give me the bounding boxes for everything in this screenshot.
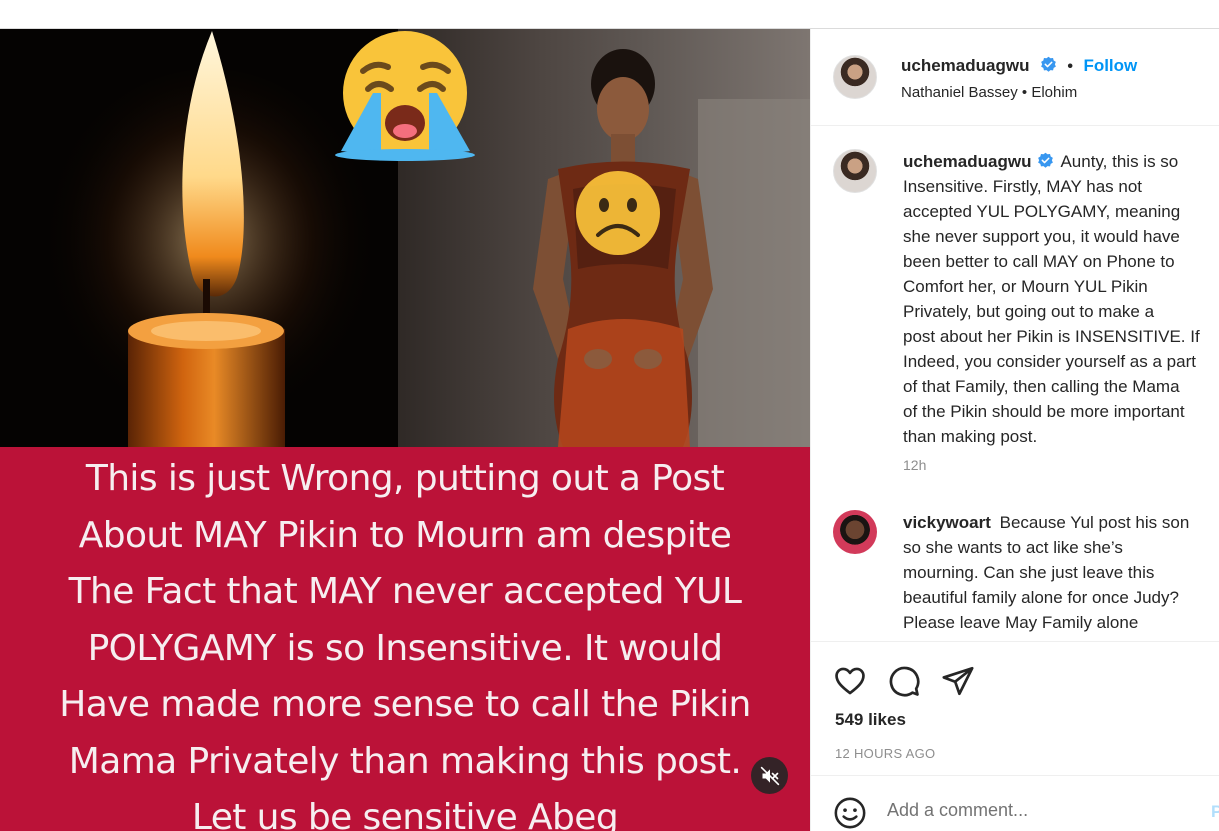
comment-line: than making post. bbox=[903, 427, 1038, 446]
comment-input[interactable] bbox=[887, 800, 1197, 821]
comment-line: of that Family, then calling the Mama bbox=[903, 377, 1180, 396]
verified-badge-icon bbox=[1041, 56, 1056, 72]
comment-line: Indeed, you consider yourself as a part bbox=[903, 352, 1196, 371]
audio-muted-icon bbox=[760, 766, 779, 785]
image-caption-line: Mama Privately than making this post. bbox=[68, 740, 742, 782]
image-caption-line: POLYGAMY is so Insensitive. It would bbox=[87, 627, 723, 669]
comment-text: vickywoart Because Yul post his son so s… bbox=[903, 510, 1219, 635]
comment-line: post about her Pikin is INSENSITIVE. If bbox=[903, 327, 1200, 346]
emoji-icon[interactable] bbox=[833, 796, 867, 830]
comment-line: Privately, but going out to make a bbox=[903, 302, 1155, 321]
audio-artist[interactable]: Nathaniel Bassey bbox=[901, 84, 1018, 101]
commenter-username[interactable]: vickywoart bbox=[903, 513, 991, 532]
separator-dot: • bbox=[1067, 58, 1073, 75]
verified-badge-icon bbox=[1038, 152, 1054, 168]
author-avatar[interactable] bbox=[833, 55, 877, 99]
comment-line: so she wants to act like she’s bbox=[903, 538, 1123, 557]
commenter-avatar[interactable] bbox=[833, 149, 877, 193]
image-caption-panel: This is just Wrong, putting out a Post A… bbox=[0, 447, 810, 831]
image-caption-line: This is just Wrong, putting out a Post bbox=[85, 458, 725, 499]
post-actions: 549 likes 12 HOURS AGO bbox=[811, 641, 1219, 775]
audio-info[interactable]: Nathaniel Bassey • Elohim bbox=[901, 84, 1077, 101]
comment-timestamp[interactable]: 12h bbox=[903, 457, 926, 473]
likes-count[interactable]: 549 likes bbox=[835, 710, 906, 730]
audio-separator: • bbox=[1021, 84, 1028, 101]
comment-line: beautiful family alone for once Judy? bbox=[903, 588, 1179, 607]
comment-text: uchemaduagwu Aunty, this is so Insensiti… bbox=[903, 149, 1219, 449]
audio-title[interactable]: Elohim bbox=[1031, 84, 1077, 101]
commenter-avatar[interactable] bbox=[833, 510, 877, 554]
comment-line: Comfort her, or Mourn YUL Pikin bbox=[903, 277, 1148, 296]
frowning-face-emoji bbox=[576, 171, 660, 255]
image-caption-line: Let us be sensitive Abeg bbox=[191, 797, 619, 831]
author-line: uchemaduagwu • Follow bbox=[901, 56, 1137, 76]
comment-line: she never support you, it would have bbox=[903, 227, 1180, 246]
comment-line: been better to call MAY on Phone to bbox=[903, 252, 1175, 271]
comment-line: mourning. Can she just leave this bbox=[903, 563, 1155, 582]
comment-line: of the Pikin should be more important bbox=[903, 402, 1185, 421]
add-comment-bar: Post bbox=[811, 775, 1219, 831]
image-caption-line: About MAY Pikin to Mourn am despite bbox=[78, 514, 732, 556]
comments-list[interactable]: uchemaduagwu Aunty, this is so Insensiti… bbox=[811, 127, 1219, 640]
comment-line: accepted YUL POLYGAMY, meaning bbox=[903, 202, 1181, 221]
mute-button[interactable] bbox=[751, 757, 788, 794]
post-comment-button[interactable]: Post bbox=[1211, 802, 1219, 822]
comment-line: Because Yul post his son bbox=[999, 513, 1190, 532]
send-icon[interactable] bbox=[941, 664, 975, 698]
comment-line: Insensitive. Firstly, MAY has not bbox=[903, 177, 1143, 196]
image-caption-line: Have made more sense to call the Pikin bbox=[59, 684, 751, 725]
crying-face-emoji bbox=[335, 31, 475, 161]
post-header: uchemaduagwu • Follow Nathaniel Bassey •… bbox=[811, 29, 1219, 126]
top-bar bbox=[0, 0, 1219, 29]
follow-button[interactable]: Follow bbox=[1083, 56, 1137, 75]
image-caption-text: This is just Wrong, putting out a Post A… bbox=[0, 451, 810, 831]
post-timestamp[interactable]: 12 HOURS AGO bbox=[835, 746, 935, 761]
comment-line: Aunty, this is so bbox=[1060, 152, 1179, 171]
heart-icon[interactable] bbox=[833, 664, 867, 698]
comment-line: Please leave May Family alone bbox=[903, 613, 1139, 632]
post-media[interactable]: This is just Wrong, putting out a Post A… bbox=[0, 29, 810, 831]
commenter-username[interactable]: uchemaduagwu bbox=[903, 152, 1031, 171]
author-username[interactable]: uchemaduagwu bbox=[901, 56, 1029, 75]
comment-icon[interactable] bbox=[887, 664, 921, 698]
image-caption-line: The Fact that MAY never accepted YUL bbox=[68, 571, 742, 612]
post-side-panel: uchemaduagwu • Follow Nathaniel Bassey •… bbox=[810, 29, 1219, 831]
